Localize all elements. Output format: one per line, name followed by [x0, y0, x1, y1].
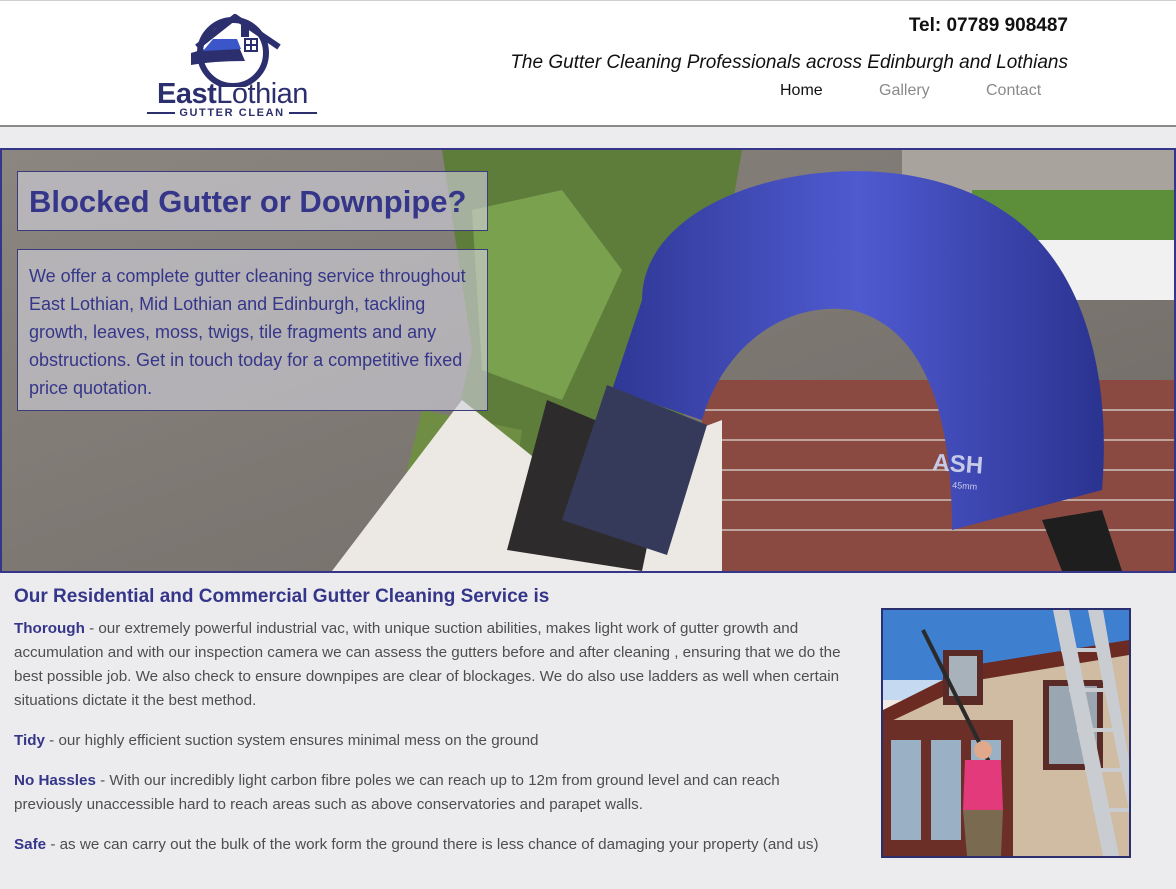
service-description: - as we can carry out the bulk of the wo…	[46, 836, 819, 853]
site-tagline: The Gutter Cleaning Professionals across…	[510, 52, 1068, 73]
logo-rule-right	[288, 112, 317, 114]
logo-rule-left	[147, 112, 176, 114]
service-tidy: Tidy - our highly efficient suction syst…	[14, 729, 846, 753]
service-term: Thorough	[14, 620, 85, 637]
logo-subtitle-text: GUTTER CLEAN	[179, 107, 285, 119]
hero-banner: ASH 45mm Blocked Gutter or Downpipe? We …	[0, 148, 1176, 573]
services-section: Our Residential and Commercial Gutter Cl…	[14, 586, 846, 873]
hero-description-box: We offer a complete gutter cleaning serv…	[17, 249, 488, 411]
service-description: - With our incredibly light carbon fibre…	[14, 772, 780, 813]
hero-description: We offer a complete gutter cleaning serv…	[29, 266, 466, 398]
hero-title: Blocked Gutter or Downpipe?	[29, 184, 467, 219]
service-term: Safe	[14, 836, 47, 853]
service-term: No Hassles	[14, 772, 96, 789]
service-thorough: Thorough - our extremely powerful indust…	[14, 617, 846, 713]
telephone-number[interactable]: Tel: 07789 908487	[909, 15, 1068, 37]
worker-photo	[881, 608, 1131, 858]
services-heading: Our Residential and Commercial Gutter Cl…	[14, 586, 550, 607]
site-logo[interactable]: EastLothian GUTTER CLEAN	[145, 9, 320, 121]
worker-cleaning-gutter-image	[883, 610, 1129, 856]
service-no-hassles: No Hassles - With our incredibly light c…	[14, 769, 846, 817]
hero-title-box: Blocked Gutter or Downpipe?	[17, 171, 488, 231]
nav-contact[interactable]: Contact	[986, 82, 1041, 100]
hose-size-label: 45mm	[952, 480, 978, 492]
nav-gallery[interactable]: Gallery	[879, 82, 930, 100]
service-description: - our extremely powerful industrial vac,…	[14, 620, 841, 709]
service-safe: Safe - as we can carry out the bulk of t…	[14, 833, 846, 857]
service-term: Tidy	[14, 732, 45, 749]
service-description: - our highly efficient suction system en…	[44, 732, 539, 749]
logo-subtitle: GUTTER CLEAN	[147, 107, 317, 119]
house-logo-icon	[191, 14, 281, 87]
nav-home[interactable]: Home	[780, 82, 823, 100]
hose-brand-label: ASH	[932, 449, 984, 479]
site-header: EastLothian GUTTER CLEAN Tel: 07789 9084…	[0, 0, 1176, 127]
